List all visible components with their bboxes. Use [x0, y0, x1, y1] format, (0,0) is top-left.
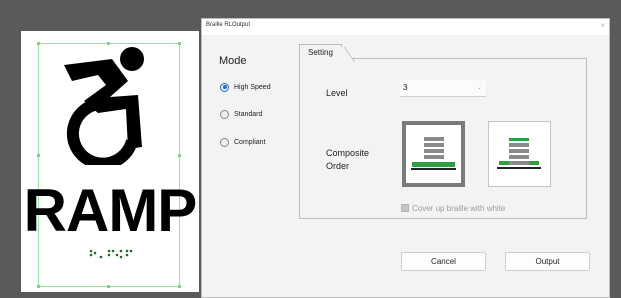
mode-option-compliant[interactable]: Compliant	[220, 136, 266, 148]
radio-standard[interactable]	[220, 109, 229, 119]
radio-label-compliant: Compliant	[234, 138, 266, 146]
close-icon[interactable]: ×	[600, 21, 605, 31]
output-button[interactable]: Output	[505, 252, 590, 271]
radio-high-speed[interactable]	[220, 82, 229, 92]
mode-option-standard[interactable]: Standard	[220, 108, 262, 120]
composite-order-label: Composite Order	[326, 147, 369, 173]
radio-label-standard: Standard	[234, 110, 263, 118]
braille-dots	[89, 249, 133, 259]
cover-up-checkbox[interactable]	[401, 204, 409, 212]
level-select[interactable]: 3 ⌄	[400, 80, 486, 97]
cancel-button[interactable]: Cancel	[401, 252, 486, 271]
radio-compliant[interactable]	[220, 137, 229, 147]
radio-label-high-speed: High Speed	[234, 83, 271, 91]
stack-above-base-icon	[411, 137, 456, 170]
tab-setting[interactable]: Setting	[299, 44, 342, 60]
composite-order-label-line1: Composite	[326, 148, 370, 158]
sign-preview: RAMP	[21, 31, 199, 292]
level-label: Level	[326, 88, 348, 98]
composite-order-option-1[interactable]	[402, 121, 465, 187]
braille-output-dialog: Braille RLOutput × Mode High Speed Stand…	[201, 18, 610, 298]
mode-option-high-speed[interactable]: High Speed	[220, 81, 271, 93]
mode-title: Mode	[219, 55, 247, 67]
accessible-wheelchair-icon	[64, 47, 144, 165]
level-value: 3	[403, 83, 408, 92]
stack-inset-base-icon	[497, 138, 541, 169]
dialog-title: Braille RLOutput	[206, 22, 251, 28]
dialog-titlebar: Braille RLOutput ×	[202, 19, 609, 35]
chevron-down-icon: ⌄	[476, 85, 482, 91]
composite-order-option-2[interactable]	[488, 121, 551, 187]
composite-order-label-line2: Order	[326, 161, 350, 171]
sign-ramp-text: RAMP	[23, 177, 198, 244]
cover-up-braille-option[interactable]: Cover up braille with white	[401, 203, 505, 213]
cover-up-label: Cover up braille with white	[412, 203, 506, 213]
